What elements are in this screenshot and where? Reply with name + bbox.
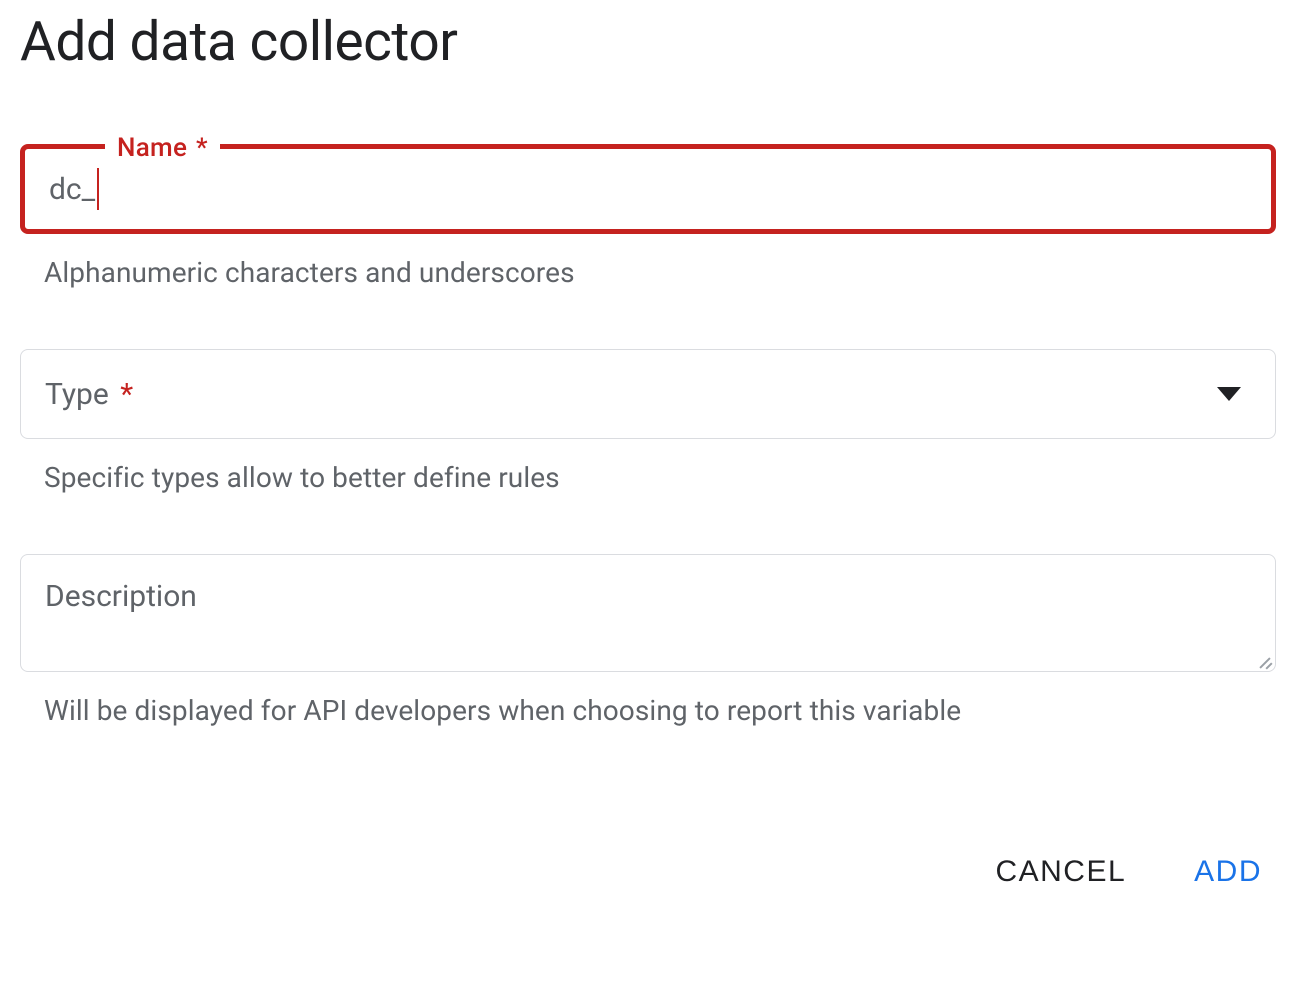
add-button[interactable]: ADD — [1190, 847, 1266, 897]
name-label-text: Name — [117, 133, 187, 163]
description-helper-text: Will be displayed for API developers whe… — [44, 694, 1276, 727]
type-helper-text: Specific types allow to better define ru… — [44, 461, 1276, 494]
name-label: Name * — [105, 133, 220, 163]
required-asterisk: * — [120, 377, 133, 412]
cancel-button[interactable]: CANCEL — [991, 847, 1130, 897]
type-placeholder: Type * — [45, 377, 133, 412]
description-placeholder: Description — [45, 579, 197, 614]
description-field-group: Description Will be displayed for API de… — [20, 554, 1276, 727]
dialog-title: Add data collector — [20, 10, 1276, 74]
resize-handle-icon[interactable] — [1253, 649, 1273, 669]
chevron-down-icon — [1217, 387, 1241, 401]
type-field-group: Type * Specific types allow to better de… — [20, 349, 1276, 494]
name-input-container[interactable]: Name * dc_ — [20, 144, 1276, 234]
type-select[interactable]: Type * — [20, 349, 1276, 439]
required-asterisk: * — [196, 133, 208, 163]
name-prefix: dc_ — [49, 172, 95, 207]
description-textarea[interactable]: Description — [20, 554, 1276, 672]
dialog-actions: CANCEL ADD — [20, 847, 1276, 897]
name-helper-text: Alphanumeric characters and underscores — [44, 256, 1276, 289]
type-label-text: Type — [45, 377, 109, 412]
name-field-group: Name * dc_ Alphanumeric characters and u… — [20, 144, 1276, 289]
name-input[interactable] — [99, 164, 1247, 214]
